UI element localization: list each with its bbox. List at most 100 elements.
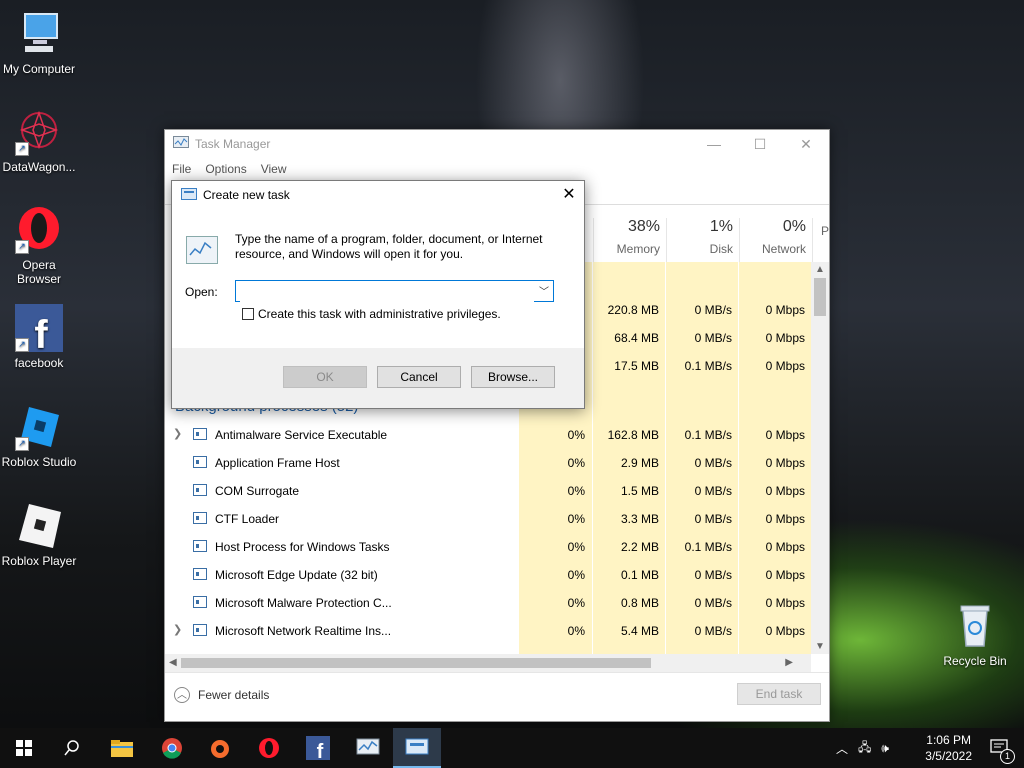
facebook-icon: f ↗ xyxy=(15,304,63,357)
end-task-button[interactable]: End task xyxy=(737,683,821,705)
shortcut-arrow-icon: ↗ xyxy=(15,240,29,254)
process-cpu: 0% xyxy=(567,540,585,554)
column-header-power[interactable]: P xyxy=(812,218,829,262)
menu-view[interactable]: View xyxy=(261,162,287,176)
desktop-icon-roblox-studio[interactable]: ↗ Roblox Studio xyxy=(1,403,77,469)
process-network: 0 Mbps xyxy=(765,596,805,610)
chevron-up-icon[interactable]: ︿ xyxy=(836,740,848,757)
search-icon xyxy=(64,740,79,756)
process-cpu: 0% xyxy=(567,484,585,498)
taskbar-origin[interactable] xyxy=(196,728,244,768)
table-row[interactable]: ❯ Microsoft Network Realtime Ins... 0% 5.4 … xyxy=(165,617,811,645)
horizontal-scroll-thumb[interactable] xyxy=(181,658,651,668)
admin-privileges-checkbox[interactable] xyxy=(242,308,254,320)
cancel-button[interactable]: Cancel xyxy=(377,366,461,388)
menu-file[interactable]: File xyxy=(172,162,191,176)
maximize-button[interactable]: ☐ xyxy=(737,136,783,153)
table-row[interactable]: COM Surrogate 0% 1.5 MB 0 MB/s 0 Mbps xyxy=(165,477,811,505)
network-icon[interactable]: 🖧 xyxy=(858,738,871,759)
process-disk: 0 MB/s xyxy=(694,624,732,638)
chrome-icon xyxy=(162,738,182,759)
taskbar-file-explorer[interactable] xyxy=(98,728,146,768)
fewer-details-button[interactable]: ︿ Fewer details xyxy=(174,687,269,703)
desktop-icon-label: facebook xyxy=(14,356,64,370)
open-input[interactable] xyxy=(240,282,534,302)
scroll-right-arrow-icon[interactable]: ▶ xyxy=(785,657,793,668)
close-button[interactable]: ✕ xyxy=(783,136,829,153)
table-row[interactable]: Application Frame Host 0% 2.9 MB 0 MB/s 0 Mb… xyxy=(165,449,811,477)
scroll-up-arrow-icon[interactable]: ▲ xyxy=(815,264,825,275)
admin-privileges-label: Create this task with administrative pri… xyxy=(258,307,501,321)
column-header-disk[interactable]: 1% Disk xyxy=(666,218,739,262)
process-network: 0 Mbps xyxy=(765,540,805,554)
taskbar-chrome[interactable] xyxy=(148,728,196,768)
process-network: 0 Mbps xyxy=(765,568,805,582)
start-button[interactable] xyxy=(0,728,48,768)
desktop-icon-my-computer[interactable]: My Computer xyxy=(1,10,77,76)
svg-text:f: f xyxy=(317,741,324,760)
menu-bar: File Options View xyxy=(165,158,829,180)
open-combobox[interactable]: ﹀ xyxy=(235,280,554,302)
process-cpu: 0% xyxy=(567,596,585,610)
task-manager-titlebar[interactable]: Task Manager — ☐ ✕ xyxy=(165,130,829,158)
network-percent: 0% xyxy=(782,218,806,235)
taskbar-task-manager[interactable] xyxy=(344,728,392,768)
taskbar-facebook[interactable]: f xyxy=(294,728,342,768)
chevron-down-icon[interactable]: ﹀ xyxy=(539,283,549,298)
process-disk: 0 MB/s xyxy=(694,484,732,498)
menu-options[interactable]: Options xyxy=(205,162,246,176)
desktop-icon-opera[interactable]: ↗ Opera Browser xyxy=(1,206,77,286)
desktop-icon-label: Recycle Bin xyxy=(943,654,1007,668)
action-center-button[interactable]: 1 xyxy=(976,728,1024,768)
computer-icon xyxy=(15,10,63,58)
expand-chevron-icon[interactable]: ❯ xyxy=(173,427,182,440)
dialog-close-button[interactable]: ✕ xyxy=(554,181,584,209)
horizontal-scrollbar[interactable]: ◀ ▶ xyxy=(165,654,811,672)
taskbar-create-new-task[interactable] xyxy=(393,728,441,768)
expand-chevron-icon[interactable]: ❯ xyxy=(173,623,182,636)
table-row[interactable]: ❯ Antimalware Service Executable 0% 162.8 M… xyxy=(165,421,811,449)
process-icon xyxy=(193,540,207,552)
process-disk: 0.1 MB/s xyxy=(684,428,732,442)
memory-percent: 38% xyxy=(627,218,660,235)
desktop-icon-facebook[interactable]: f ↗ facebook xyxy=(1,304,77,370)
browse-button[interactable]: Browse... xyxy=(471,366,555,388)
minimize-button[interactable]: — xyxy=(691,136,737,153)
process-icon xyxy=(193,624,207,636)
table-row[interactable]: Microsoft Edge Update (32 bit) 0% 0.1 MB 0 … xyxy=(165,561,811,589)
process-memory: 2.9 MB xyxy=(620,456,659,470)
table-row[interactable]: Microsoft Malware Protection C... 0% 0.8 M… xyxy=(165,589,811,617)
task-manager-icon xyxy=(356,738,380,755)
table-row[interactable]: CTF Loader 0% 3.3 MB 0 MB/s 0 Mbps xyxy=(165,505,811,533)
dialog-titlebar[interactable]: Create new task xyxy=(172,181,584,209)
process-network: 0 Mbps xyxy=(765,456,805,470)
desktop-icon-label: Roblox Player xyxy=(1,554,77,568)
desktop-icon-recycle-bin[interactable]: Recycle Bin xyxy=(937,602,1013,668)
process-disk: 0 MB/s xyxy=(694,568,732,582)
chevron-up-icon: ︿ xyxy=(174,687,190,703)
column-header-memory[interactable]: 38% Memory xyxy=(593,218,666,262)
taskbar-opera[interactable] xyxy=(245,728,293,768)
ok-button[interactable]: OK xyxy=(283,366,367,388)
network-label: Network xyxy=(761,242,806,256)
scroll-down-arrow-icon[interactable]: ▼ xyxy=(815,641,825,652)
process-name: Host Process for Windows Tasks xyxy=(215,540,390,554)
process-memory: 0.8 MB xyxy=(620,596,659,610)
memory-label: Memory xyxy=(616,242,660,256)
vertical-scroll-thumb[interactable] xyxy=(814,278,826,316)
vertical-scrollbar[interactable]: ▲ ▼ xyxy=(811,262,829,654)
column-header-network[interactable]: 0% Network xyxy=(739,218,812,262)
volume-icon[interactable]: 🕪 xyxy=(881,741,889,756)
scroll-left-arrow-icon[interactable]: ◀ xyxy=(169,657,177,668)
process-disk: 0.1 MB/s xyxy=(684,540,732,554)
process-memory: 0.1 MB xyxy=(620,568,659,582)
process-cpu: 0% xyxy=(567,568,585,582)
admin-privileges-option[interactable]: Create this task with administrative pri… xyxy=(242,307,501,321)
clock[interactable]: 1:06 PM 3/5/2022 xyxy=(925,732,972,764)
desktop-icon-datawagon[interactable]: ↗ DataWagon... xyxy=(1,108,77,174)
search-button[interactable] xyxy=(48,728,96,768)
roblox-studio-icon: ↗ xyxy=(15,403,63,451)
shortcut-arrow-icon: ↗ xyxy=(15,142,29,156)
table-row[interactable]: Host Process for Windows Tasks 0% 2.2 MB 0.… xyxy=(165,533,811,561)
desktop-icon-roblox-player[interactable]: Roblox Player xyxy=(1,502,77,568)
